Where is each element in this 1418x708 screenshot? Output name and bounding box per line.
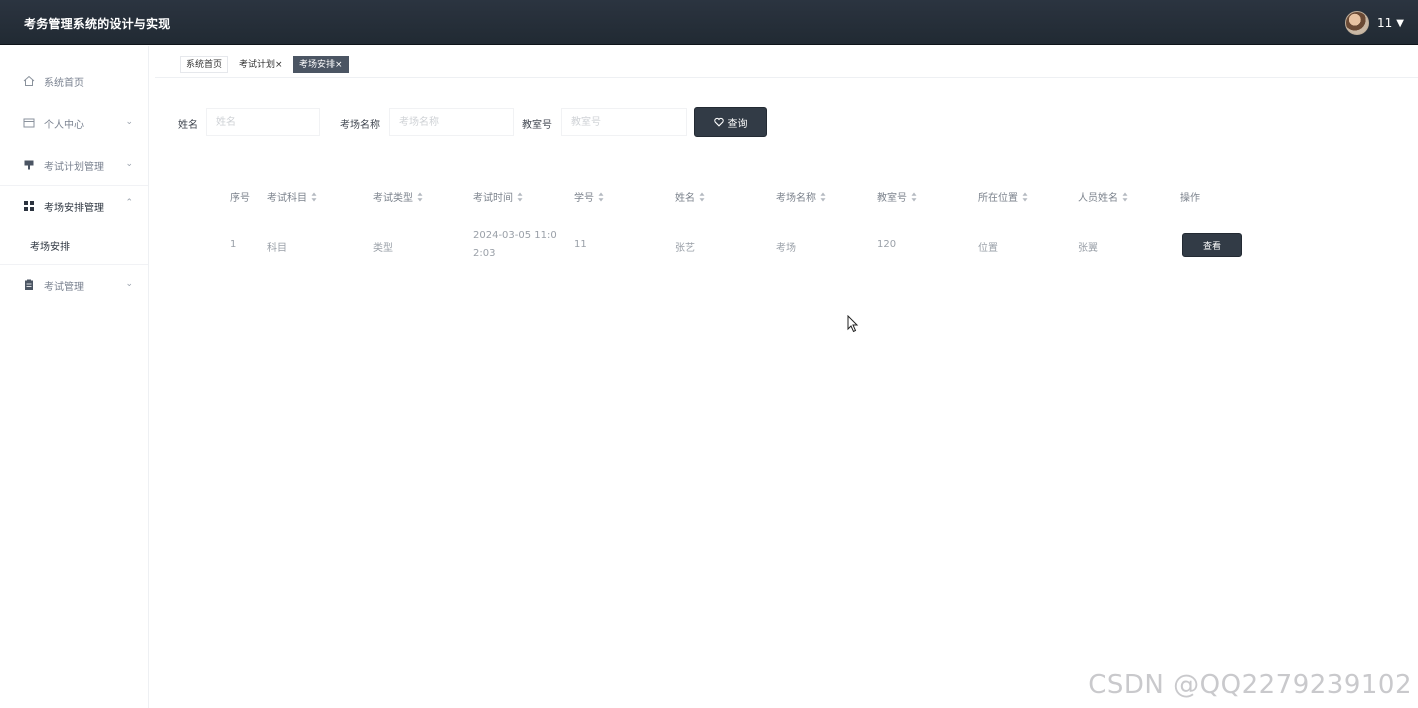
card-icon — [23, 118, 35, 128]
cell-staff: 张翼 — [1078, 243, 1098, 254]
sort-icon[interactable] — [417, 192, 423, 202]
sidebar-item-exam-plan[interactable]: 考试计划管理 ⌄ — [0, 146, 148, 184]
column-header[interactable]: 所在位置 — [978, 189, 1028, 204]
top-bar: 考务管理系统的设计与实现 11 ▼ — [0, 0, 1418, 45]
room-no-label: 教室号 — [522, 120, 552, 131]
sidebar-item-label: 系统首页 — [44, 77, 84, 89]
room-name-input[interactable] — [389, 108, 514, 136]
cell-location: 位置 — [978, 243, 998, 254]
chevron-down-icon: ⌄ — [125, 117, 133, 127]
search-button-label: 查询 — [727, 118, 748, 130]
cell-student-no: 11 — [574, 239, 587, 250]
sort-icon[interactable] — [598, 192, 604, 202]
sort-icon[interactable] — [517, 192, 523, 202]
tab-label: 考试计划 — [239, 60, 276, 70]
grid-icon — [24, 201, 34, 211]
cell-room-name: 考场 — [776, 243, 796, 254]
view-button-label: 查看 — [1202, 241, 1221, 252]
cell-index: 1 — [230, 239, 237, 250]
column-header[interactable]: 考试时间 — [473, 189, 523, 204]
sort-icon[interactable] — [820, 192, 826, 202]
sidebar-item-label: 个人中心 — [44, 119, 84, 131]
view-button[interactable]: 查看 — [1182, 233, 1242, 257]
column-header[interactable]: 学号 — [574, 189, 604, 204]
column-header: 操作 — [1180, 193, 1200, 204]
chevron-down-icon: ⌄ — [125, 279, 133, 289]
sidebar-item-label: 考试计划管理 — [44, 161, 104, 173]
name-label: 姓名 — [178, 120, 198, 131]
caret-down-icon[interactable]: ▼ — [1396, 18, 1404, 29]
sidebar: 系统首页 个人中心 ⌄ 考试计划管理 ⌄ 考场安排管理 ⌃ 考场安排 考试管理 … — [0, 46, 149, 708]
sidebar-item-home[interactable]: 系统首页 — [0, 62, 148, 100]
search-button[interactable]: 查询 — [694, 107, 767, 137]
cell-room-no: 120 — [877, 239, 897, 250]
tab-label: 考场安排 — [299, 60, 336, 70]
divider — [0, 264, 148, 265]
column-header[interactable]: 人员姓名 — [1078, 189, 1128, 204]
home-icon — [23, 75, 35, 86]
sort-icon[interactable] — [699, 192, 705, 202]
app-title: 考务管理系统的设计与实现 — [24, 17, 171, 31]
username[interactable]: 11 — [1377, 16, 1392, 30]
tab-exam-plan[interactable]: 考试计划× — [233, 56, 289, 73]
chevron-up-icon: ⌃ — [125, 198, 133, 208]
sort-icon[interactable] — [1122, 192, 1128, 202]
column-header: 序号 — [230, 193, 250, 204]
divider — [0, 185, 148, 186]
chevron-down-icon: ⌄ — [125, 159, 133, 169]
name-input[interactable] — [206, 108, 320, 136]
column-header[interactable]: 教室号 — [877, 189, 917, 204]
mouse-cursor-icon — [847, 315, 859, 333]
sidebar-item-personal-center[interactable]: 个人中心 ⌄ — [0, 104, 148, 142]
tab-home[interactable]: 系统首页 — [180, 56, 229, 73]
column-header[interactable]: 考试类型 — [373, 189, 423, 204]
sidebar-item-label: 考场安排管理 — [44, 202, 104, 214]
avatar[interactable] — [1345, 11, 1370, 35]
room-no-input[interactable] — [561, 108, 687, 136]
heart-icon — [713, 117, 724, 127]
room-name-label: 考场名称 — [340, 120, 380, 131]
column-header[interactable]: 姓名 — [675, 189, 705, 204]
column-header[interactable]: 考场名称 — [776, 189, 826, 204]
tab-room-arrangement[interactable]: 考场安排× — [293, 56, 349, 73]
flag-icon — [24, 160, 34, 170]
clipboard-icon — [25, 279, 33, 290]
sort-icon[interactable] — [911, 192, 917, 202]
watermark: CSDN @QQ2279239102 — [1088, 670, 1412, 700]
sidebar-item-room-arrangement[interactable]: 考场安排管理 ⌃ — [0, 187, 148, 225]
tab-bar: 系统首页 考试计划× 考场安排× — [155, 52, 1418, 78]
close-icon[interactable]: × — [335, 60, 343, 70]
tab-label: 系统首页 — [186, 60, 223, 70]
sort-icon[interactable] — [1022, 192, 1028, 202]
submenu-item-room-arrangement[interactable]: 考场安排 — [0, 226, 148, 264]
sidebar-item-label: 考试管理 — [44, 281, 84, 293]
cell-subject: 科目 — [267, 243, 287, 254]
user-menu[interactable]: 11 ▼ — [1345, 11, 1404, 35]
submenu-item-label: 考场安排 — [30, 241, 70, 253]
sort-icon[interactable] — [311, 192, 317, 202]
close-icon[interactable]: × — [275, 60, 283, 70]
cell-time: 2024-03-05 11:02:03 — [473, 230, 557, 259]
cell-type: 类型 — [373, 243, 393, 254]
sidebar-item-exam-management[interactable]: 考试管理 ⌄ — [0, 266, 148, 304]
column-header[interactable]: 考试科目 — [267, 189, 317, 204]
cell-name: 张艺 — [675, 243, 695, 254]
